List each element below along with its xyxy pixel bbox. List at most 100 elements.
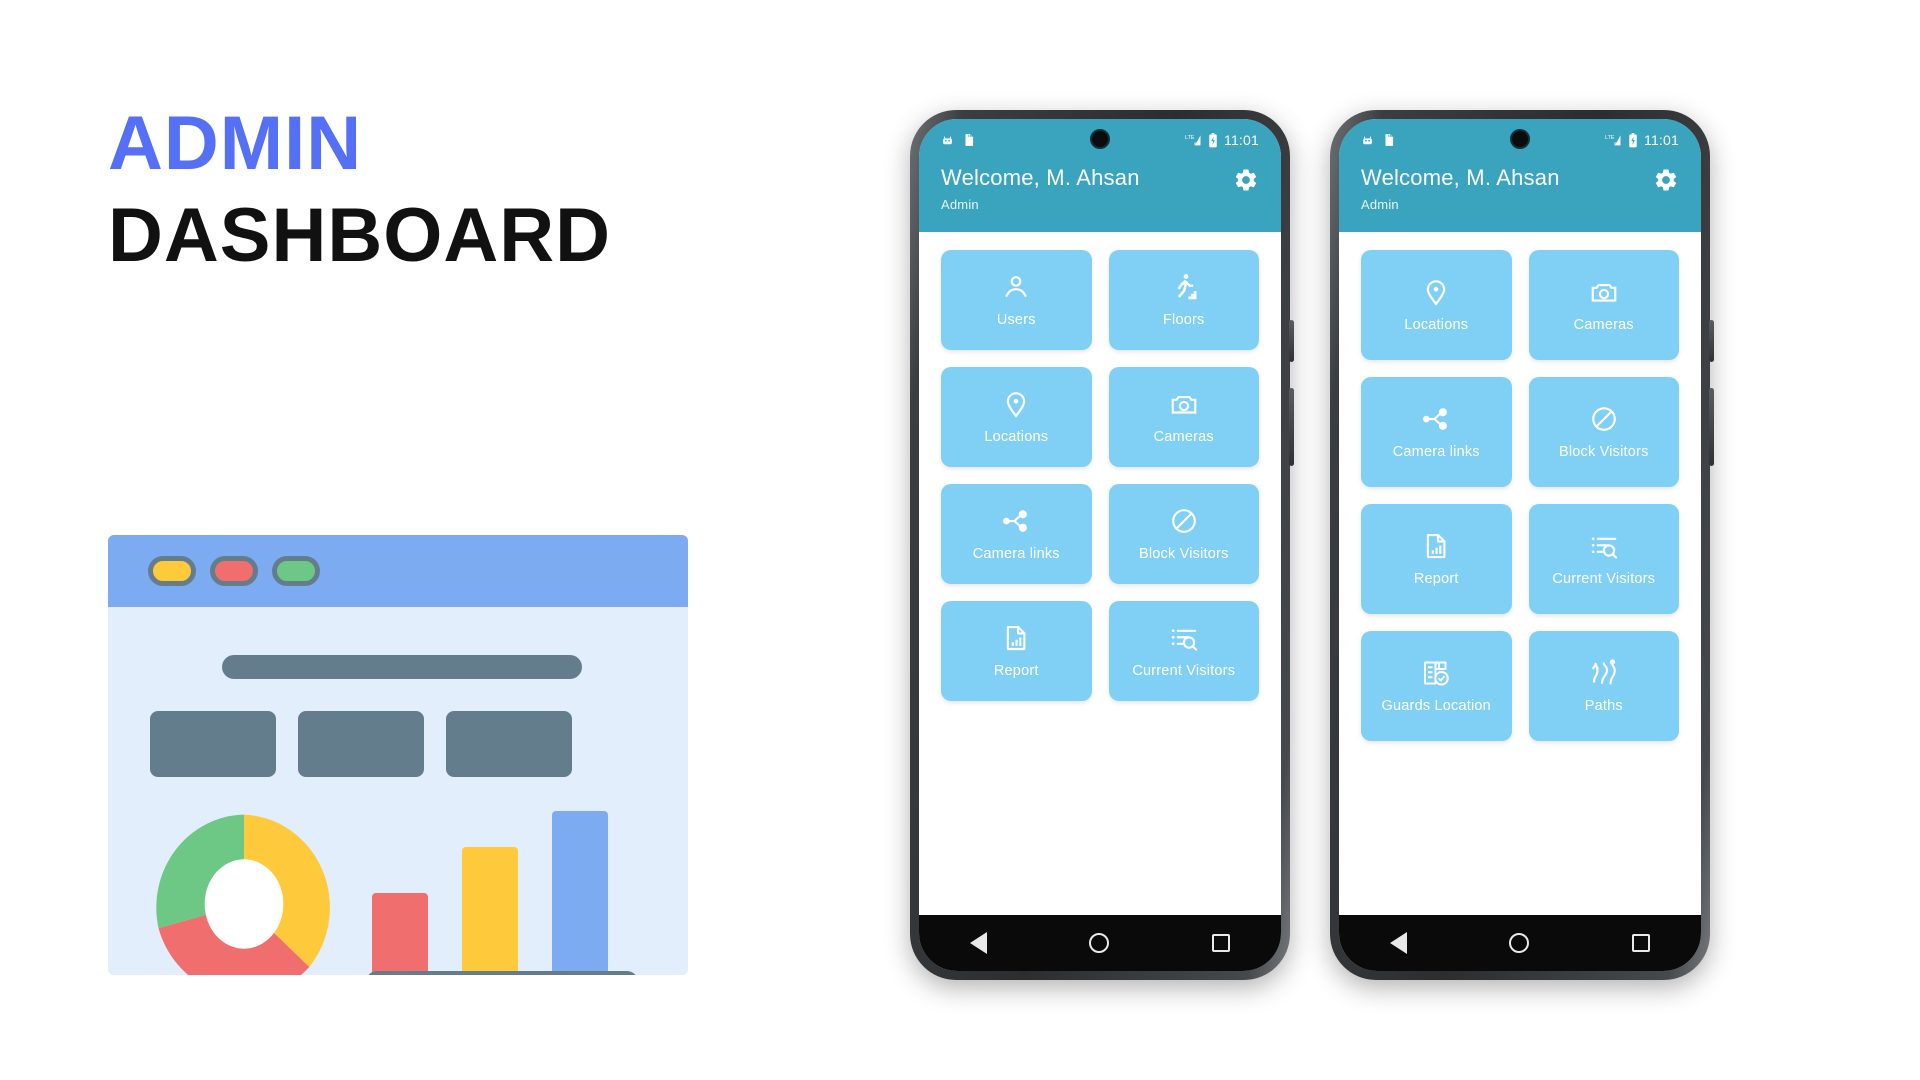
tile-label: Paths (1584, 697, 1623, 714)
svg-text:LTE: LTE (1185, 135, 1195, 141)
tile-label: Cameras (1153, 428, 1214, 445)
page-title: ADMIN DASHBOARD (108, 101, 611, 279)
browser-content (108, 607, 688, 975)
tile-camera-links[interactable]: Camera links (1361, 377, 1512, 487)
tile-label: Camera links (1392, 443, 1480, 460)
tile-guards-location[interactable]: Guards Location (1361, 631, 1512, 741)
skeleton-card (298, 711, 424, 777)
status-time: 11:01 (1224, 132, 1259, 148)
title-line-dashboard: DASHBOARD (108, 193, 611, 279)
dashboard-browser-illustration (108, 535, 688, 975)
map-pin-icon (1007, 391, 1026, 418)
tile-current-visitors[interactable]: Current Visitors (1528, 504, 1679, 614)
bar-1 (372, 893, 428, 975)
settings-button[interactable] (1233, 167, 1259, 198)
browser-titlebar (108, 535, 688, 607)
gear-icon (1235, 169, 1257, 191)
tile-paths[interactable]: Paths (1528, 631, 1679, 741)
bar-chart (366, 807, 638, 975)
back-icon[interactable] (1390, 932, 1408, 954)
skeleton-card (150, 711, 276, 777)
user-icon (1005, 275, 1027, 297)
recents-icon[interactable] (1211, 934, 1230, 952)
tile-grid-right: Locations Cameras Camera links Block Vis… (1339, 232, 1701, 915)
app-bar: LTE 11:01 Welcome, M. Ahsan Admin (1339, 119, 1701, 232)
status-time: 11:01 (1644, 132, 1679, 148)
settings-button[interactable] (1653, 167, 1679, 198)
tile-block-visitors[interactable]: Block Visitors (1528, 377, 1679, 487)
battery-charging-icon (1629, 132, 1637, 147)
gear-icon (1655, 169, 1677, 191)
tile-report[interactable]: Report (941, 601, 1092, 701)
phone-volume-button[interactable] (1289, 388, 1294, 466)
tile-label: Current Visitors (1132, 662, 1236, 679)
tile-report[interactable]: Report (1361, 504, 1512, 614)
welcome-text: Welcome, M. Ahsan (941, 165, 1140, 190)
home-icon[interactable] (1089, 933, 1110, 953)
welcome-text: Welcome, M. Ahsan (1361, 165, 1560, 190)
tile-current-visitors[interactable]: Current Visitors (1108, 601, 1259, 701)
greeting-row: Welcome, M. Ahsan Admin (1361, 165, 1679, 212)
tile-label: Locations (984, 428, 1049, 445)
badge-check-icon (1424, 661, 1449, 686)
bar-chart-baseline (366, 971, 638, 975)
share-nodes-icon (1423, 407, 1448, 430)
role-text: Admin (941, 197, 979, 212)
lte-signal-icon: LTE (1185, 135, 1201, 146)
donut-chart (156, 814, 330, 975)
tile-label: Report (993, 662, 1039, 679)
camera-punchhole-icon (1090, 129, 1110, 149)
android-robot-icon (1363, 135, 1372, 144)
skeleton-card-row (150, 711, 572, 777)
phone-volume-button[interactable] (1709, 388, 1714, 466)
document-chart-icon (1427, 533, 1446, 558)
camera-icon (1591, 283, 1617, 302)
android-navbar (919, 915, 1281, 971)
tile-label: Camera links (972, 545, 1060, 562)
stairs-walk-icon (1177, 273, 1197, 299)
phone-side-button[interactable] (1289, 320, 1294, 362)
sd-card-icon (965, 134, 974, 146)
tile-floors[interactable]: Floors (1108, 250, 1259, 350)
winding-path-icon (1591, 658, 1616, 685)
phone-mockup-left: LTE 11:01 Welcome, M. Ahsan Admin Users … (910, 110, 1294, 980)
traffic-light-yellow-icon (148, 556, 196, 586)
android-robot-icon (943, 135, 952, 144)
block-icon (1171, 508, 1196, 533)
poster-canvas: ADMIN DASHBOARD LTE 11:01 Welcome, M. Ah… (0, 0, 1920, 1080)
tile-label: Locations (1404, 316, 1469, 333)
tile-users[interactable]: Users (941, 250, 1092, 350)
recents-icon[interactable] (1631, 934, 1650, 952)
tile-cameras[interactable]: Cameras (1108, 367, 1259, 467)
phone-side-button[interactable] (1709, 320, 1714, 362)
app-bar: LTE 11:01 Welcome, M. Ahsan Admin (919, 119, 1281, 232)
svg-text:LTE: LTE (1605, 135, 1615, 141)
traffic-light-green-icon (272, 556, 320, 586)
android-navbar (1339, 915, 1701, 971)
map-pin-icon (1427, 279, 1446, 306)
tile-label: Guards Location (1381, 697, 1491, 714)
tile-label: Floors (1163, 311, 1205, 328)
tile-cameras[interactable]: Cameras (1528, 250, 1679, 360)
bar-2 (462, 847, 518, 975)
title-line-admin: ADMIN (108, 101, 363, 186)
tile-locations[interactable]: Locations (1361, 250, 1512, 360)
greeting-row: Welcome, M. Ahsan Admin (941, 165, 1259, 212)
bar-3 (552, 811, 608, 975)
tile-label: Users (996, 311, 1036, 328)
home-icon[interactable] (1509, 933, 1530, 953)
tile-label: Block Visitors (1558, 443, 1649, 460)
traffic-light-red-icon (210, 556, 258, 586)
tile-camera-links[interactable]: Camera links (941, 484, 1092, 584)
back-icon[interactable] (970, 932, 988, 954)
camera-icon (1171, 395, 1197, 414)
phone-mockup-right: LTE 11:01 Welcome, M. Ahsan Admin Locati… (1330, 110, 1714, 980)
share-nodes-icon (1003, 509, 1028, 532)
tile-block-visitors[interactable]: Block Visitors (1108, 484, 1259, 584)
tile-locations[interactable]: Locations (941, 367, 1092, 467)
lte-signal-icon: LTE (1605, 135, 1621, 146)
list-search-icon (1171, 629, 1197, 651)
battery-charging-icon (1209, 132, 1217, 147)
document-chart-icon (1007, 625, 1026, 650)
skeleton-title-bar (222, 655, 582, 679)
